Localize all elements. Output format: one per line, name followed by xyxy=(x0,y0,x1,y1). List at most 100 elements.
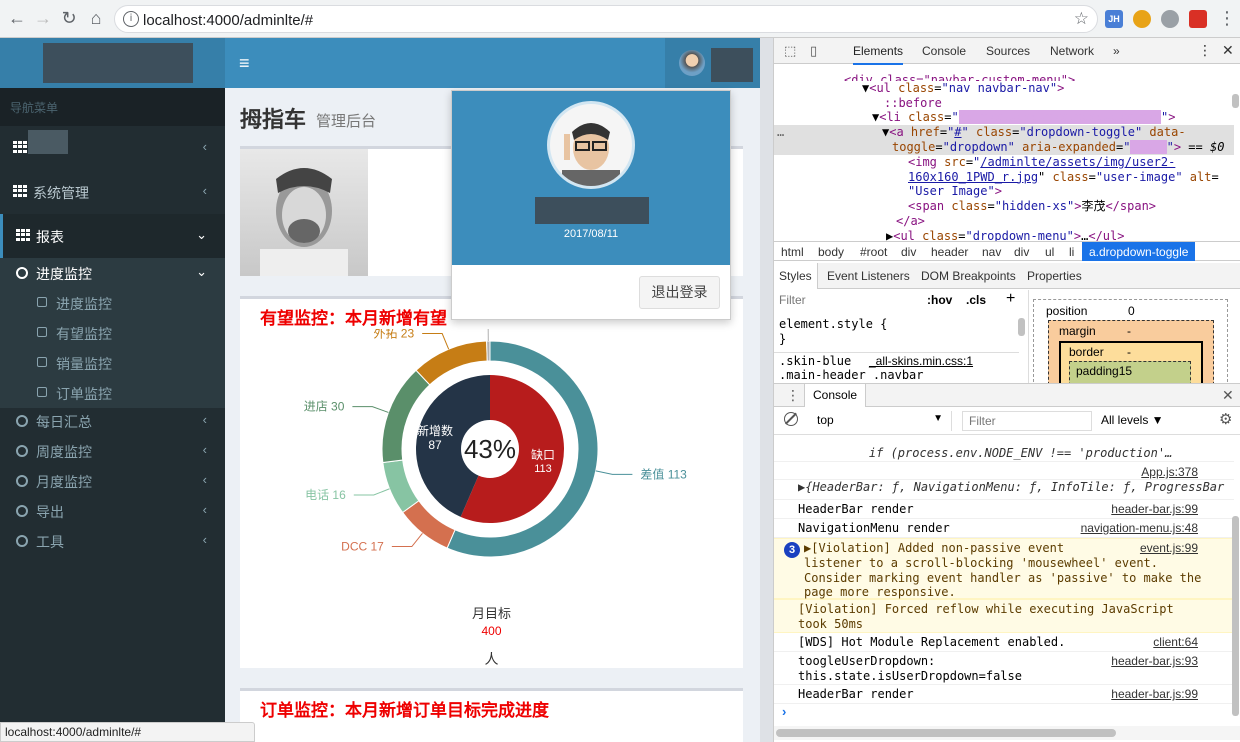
style-selector: .skin-blue xyxy=(779,354,852,368)
sidebar-item-monthly[interactable]: 月度监控 ‹ xyxy=(0,466,225,496)
menu-icon[interactable]: ⋮ xyxy=(1198,42,1212,59)
tab-properties[interactable]: Properties xyxy=(1027,269,1082,283)
log-source[interactable]: event.js:99 xyxy=(1140,541,1198,555)
tab-dom-breakpoints[interactable]: DOM Breakpoints xyxy=(921,269,1016,283)
crumb[interactable]: ul xyxy=(1045,245,1054,259)
sidebar-item-label: 报表 xyxy=(36,229,64,245)
sidebar-item-tools[interactable]: 工具 ‹ xyxy=(0,526,225,556)
log-text: [Violation] Forced reflow while executin… xyxy=(798,602,1174,631)
more-tabs-icon[interactable]: » xyxy=(1113,44,1120,58)
crumb[interactable]: html xyxy=(781,245,804,259)
crumb[interactable]: #root xyxy=(860,245,887,259)
logo[interactable] xyxy=(0,38,225,88)
clear-console-icon[interactable] xyxy=(784,412,798,426)
context-select[interactable]: top ▼ xyxy=(807,411,952,431)
close-drawer-icon[interactable]: ✕ xyxy=(1222,387,1234,404)
tab-elements[interactable]: Elements xyxy=(853,44,904,65)
divider xyxy=(774,352,1019,353)
drawer-menu-icon[interactable]: ⋮ xyxy=(786,387,800,404)
console-hscroll[interactable] xyxy=(774,726,1240,740)
extension-icon[interactable] xyxy=(1133,10,1151,28)
sidebar-item-export[interactable]: 导出 ‹ xyxy=(0,496,225,526)
log-source[interactable]: header-bar.js:99 xyxy=(1111,502,1198,516)
submenu-item[interactable]: 进度监控 xyxy=(0,288,225,318)
home-icon[interactable]: ⌂ xyxy=(85,7,107,29)
console-filter-input[interactable]: Filter xyxy=(962,411,1092,431)
dom-scrollbar-thumb[interactable] xyxy=(1232,94,1239,108)
hov-button[interactable]: :hov xyxy=(927,293,952,307)
box-label: margin xyxy=(1059,324,1096,338)
forward-icon[interactable]: → xyxy=(32,7,54,29)
style-source[interactable]: _all-skins.min.css:1 xyxy=(869,354,973,368)
sidebar-item-reports[interactable]: 报表 ⌄ xyxy=(0,214,225,258)
user-menu-toggle[interactable] xyxy=(665,38,760,88)
crumb[interactable]: header xyxy=(931,245,968,259)
box-model: position 0 margin - border - padding15 xyxy=(1030,290,1240,391)
cls-button[interactable]: .cls xyxy=(966,293,986,307)
extension-icon[interactable] xyxy=(1189,10,1207,28)
tab-network[interactable]: Network xyxy=(1050,44,1094,58)
styles-filter[interactable]: Filter xyxy=(779,293,806,307)
box-title: 有望监控：本月新增有望 xyxy=(260,309,447,328)
crumb-selected[interactable]: a.dropdown-toggle xyxy=(1082,242,1196,261)
crumb[interactable]: div xyxy=(1014,245,1029,259)
log-source[interactable]: header-bar.js:93 xyxy=(1111,654,1198,668)
log-source[interactable]: header-bar.js:99 xyxy=(1111,687,1198,701)
add-rule-icon[interactable]: + xyxy=(1006,290,1015,308)
sidebar-item-system[interactable]: 系统管理 ‹ xyxy=(0,170,225,214)
crumb[interactable]: div xyxy=(901,245,916,259)
sidebar-item-daily[interactable]: 每日汇总 ‹ xyxy=(0,406,225,436)
tab-console-drawer[interactable]: Console xyxy=(804,384,867,407)
reload-icon[interactable]: ↻ xyxy=(58,7,80,29)
sidebar-item-hidden[interactable]: ‹ xyxy=(0,126,225,170)
chevron-left-icon: ‹ xyxy=(202,472,207,487)
close-icon[interactable]: ✕ xyxy=(1222,42,1234,59)
tab-sources[interactable]: Sources xyxy=(986,44,1030,58)
bookmark-star-icon[interactable]: ☆ xyxy=(1074,9,1089,29)
console-vscroll-thumb[interactable] xyxy=(1232,516,1239,716)
inner-label: 缺口 xyxy=(531,447,555,462)
position-box: position 0 margin - border - padding15 xyxy=(1033,299,1228,391)
outer-slice xyxy=(382,459,420,514)
crumb[interactable]: body xyxy=(818,245,844,259)
tab-event-listeners[interactable]: Event Listeners xyxy=(827,269,910,283)
tab-console[interactable]: Console xyxy=(922,44,966,58)
box-value: 0 xyxy=(1128,304,1135,318)
extension-icon[interactable] xyxy=(1161,10,1179,28)
device-toolbar-icon[interactable]: ▯ xyxy=(810,43,817,59)
log-line[interactable]: ▶{HeaderBar: ƒ, NavigationMenu: ƒ, InfoT… xyxy=(774,480,1234,500)
scrollbar-thumb[interactable] xyxy=(776,729,1116,737)
styles-scrollbar-thumb[interactable] xyxy=(1018,318,1025,336)
tab-styles[interactable]: Styles xyxy=(774,263,818,289)
console-drawer-tabs: ⋮ Console ✕ xyxy=(774,383,1240,407)
submenu-label: 有望监控 xyxy=(56,326,112,342)
inspect-icon[interactable]: ⬚ xyxy=(784,43,796,59)
log-source[interactable]: navigation-menu.js:48 xyxy=(1081,521,1198,535)
crumb[interactable]: nav xyxy=(982,245,1001,259)
menu-icon[interactable]: ⋮ xyxy=(1218,8,1236,29)
submenu-item[interactable]: 订单监控 xyxy=(0,378,225,408)
console-prompt-icon[interactable]: › xyxy=(782,704,786,719)
hamburger-icon[interactable]: ≡ xyxy=(239,53,250,74)
outer-label: DCC 17 xyxy=(341,540,384,554)
sidebar-item-weekly[interactable]: 周度监控 ‹ xyxy=(0,436,225,466)
address-bar[interactable]: i localhost:4000/adminlte/# ☆ xyxy=(114,5,1098,33)
console-settings-gear-icon[interactable]: ⚙ xyxy=(1219,410,1232,428)
crumb[interactable]: li xyxy=(1069,245,1074,259)
log-source[interactable]: client:64 xyxy=(1153,635,1198,649)
log-source[interactable]: App.js:378 xyxy=(1141,465,1198,479)
submenu-item[interactable]: 有望监控 xyxy=(0,318,225,348)
log-levels-select[interactable]: All levels ▼ xyxy=(1101,413,1164,427)
logout-button[interactable]: 退出登录 xyxy=(639,276,720,309)
menu-item-progress-group[interactable]: 进度监控 ⌄ xyxy=(0,258,225,288)
grid-icon xyxy=(13,185,27,197)
info-icon[interactable]: i xyxy=(123,11,139,27)
nav-header: 导航菜单 xyxy=(0,88,225,126)
sidebar: 导航菜单 ‹ 系统管理 ‹ 报表 ⌄ 进度监控 ⌄ 进度监控 有望监控 销量监控… xyxy=(0,38,225,742)
extension-jh-icon[interactable]: JH xyxy=(1105,10,1123,28)
console-log: if (process.env.NODE_ENV !== 'production… xyxy=(774,436,1240,742)
label-leader xyxy=(487,329,489,342)
submenu-item[interactable]: 销量监控 xyxy=(0,348,225,378)
chevron-left-icon: ‹ xyxy=(202,502,207,517)
back-icon[interactable]: ← xyxy=(6,7,28,29)
